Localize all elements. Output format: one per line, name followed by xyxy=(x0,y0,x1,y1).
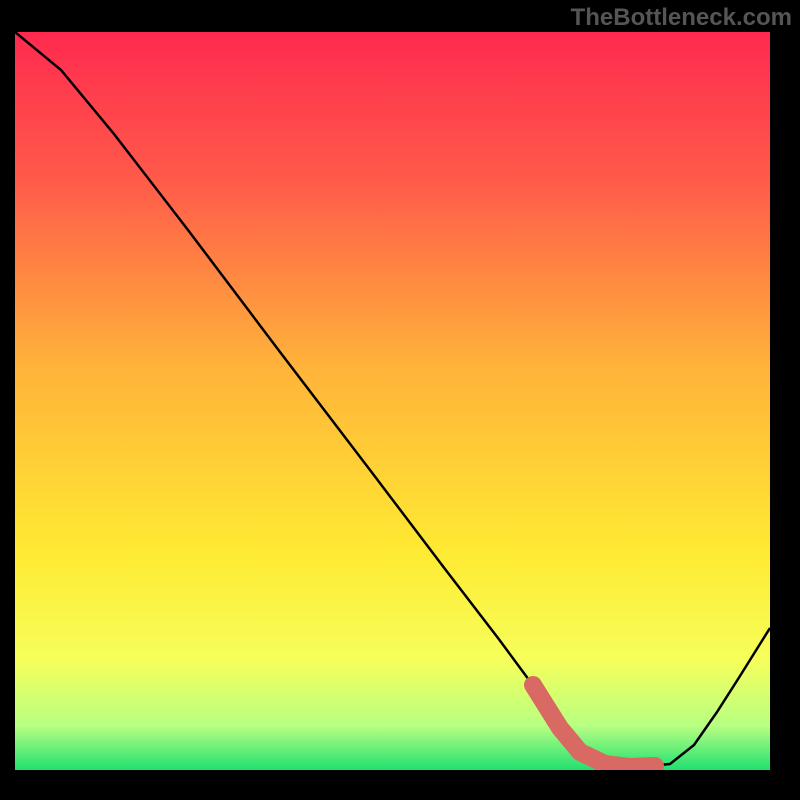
gradient-area xyxy=(15,32,770,770)
plot-container: TheBottleneck.com xyxy=(0,0,800,800)
watermark-label: TheBottleneck.com xyxy=(571,4,792,32)
bottleneck-chart xyxy=(0,0,800,800)
